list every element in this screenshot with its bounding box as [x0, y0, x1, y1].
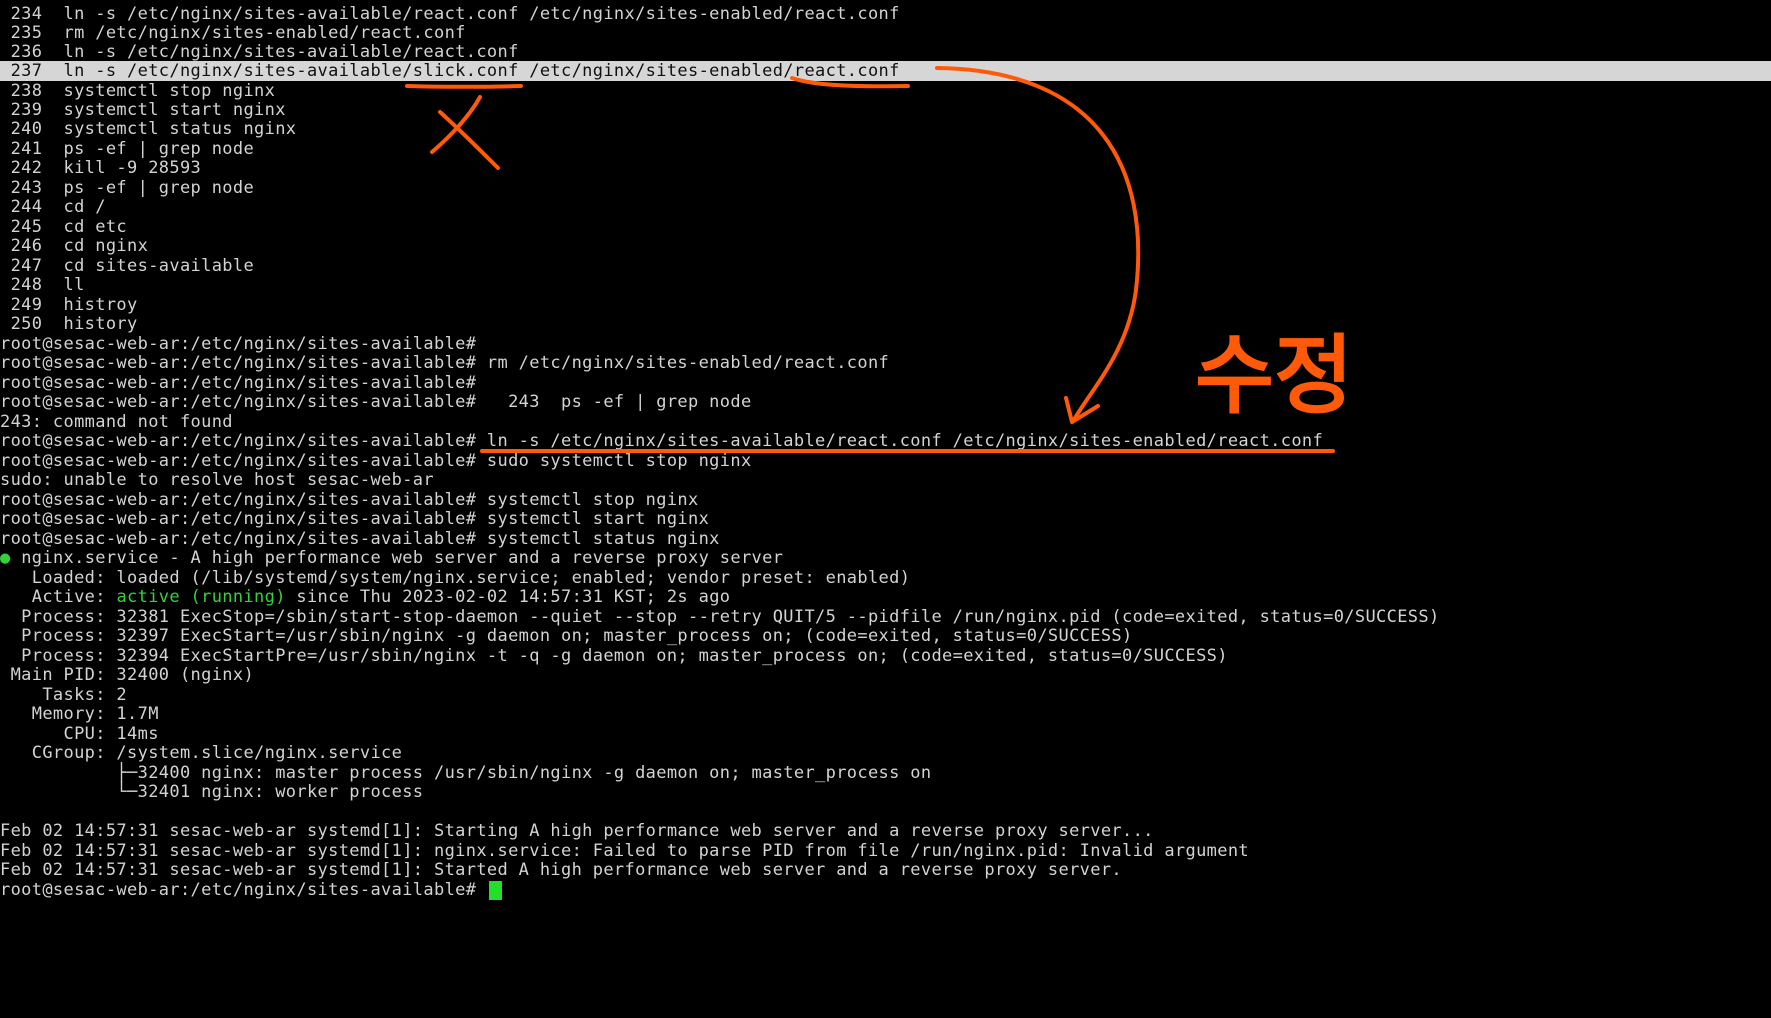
terminal-line-selected: 237 ln -s /etc/nginx/sites-available/sli…: [0, 61, 1771, 81]
terminal-current-prompt[interactable]: root@sesac-web-ar:/etc/nginx/sites-avail…: [0, 879, 502, 901]
service-active-line: Active: active (running) since Thu 2023-…: [0, 586, 730, 608]
active-suffix: since Thu 2023-02-02 14:57:31 KST; 2s ag…: [285, 587, 731, 607]
terminal-line: 240 systemctl status nginx: [0, 119, 297, 139]
terminal-line: 248 ll: [0, 275, 85, 295]
terminal-prompt-line: root@sesac-web-ar:/etc/nginx/sites-avail…: [0, 353, 890, 373]
journal-line: Feb 02 14:57:31 sesac-web-ar systemd[1]:…: [0, 860, 1122, 880]
prompt-text: root@sesac-web-ar:/etc/nginx/sites-avail…: [0, 880, 477, 900]
service-process-line: Process: 32397 ExecStart=/usr/sbin/nginx…: [0, 626, 1133, 646]
active-status: active (running): [116, 587, 286, 607]
service-memory-line: Memory: 1.7M: [0, 704, 159, 724]
service-cgroup-line: CGroup: /system.slice/nginx.service: [0, 743, 403, 763]
text-cursor[interactable]: [488, 880, 502, 900]
service-title: nginx.service - A high performance web s…: [21, 548, 784, 568]
status-bullet-icon: ●: [0, 548, 11, 568]
terminal-prompt-line: root@sesac-web-ar:/etc/nginx/sites-avail…: [0, 509, 710, 529]
journal-line: Feb 02 14:57:31 sesac-web-ar systemd[1]:…: [0, 821, 1154, 841]
terminal-prompt-line: root@sesac-web-ar:/etc/nginx/sites-avail…: [0, 431, 1324, 451]
service-title-line: ● nginx.service - A high performance web…: [0, 547, 783, 569]
terminal-window[interactable]: 234 ln -s /etc/nginx/sites-available/rea…: [0, 0, 1771, 1018]
active-prefix: Active:: [0, 587, 117, 607]
terminal-line: 242 kill -9 28593: [0, 158, 202, 178]
terminal-line: 244 cd /: [0, 197, 106, 217]
terminal-output-line: sudo: unable to resolve host sesac-web-a…: [0, 470, 434, 490]
terminal-line: 236 ln -s /etc/nginx/sites-available/rea…: [0, 42, 519, 62]
terminal-prompt-line: root@sesac-web-ar:/etc/nginx/sites-avail…: [0, 392, 752, 412]
terminal-line: 246 cd nginx: [0, 236, 149, 256]
service-pid-line: Main PID: 32400 (nginx): [0, 665, 255, 685]
service-cgroup-child: └─32401 nginx: worker process: [0, 782, 424, 802]
terminal-line: 250 history: [0, 314, 138, 334]
